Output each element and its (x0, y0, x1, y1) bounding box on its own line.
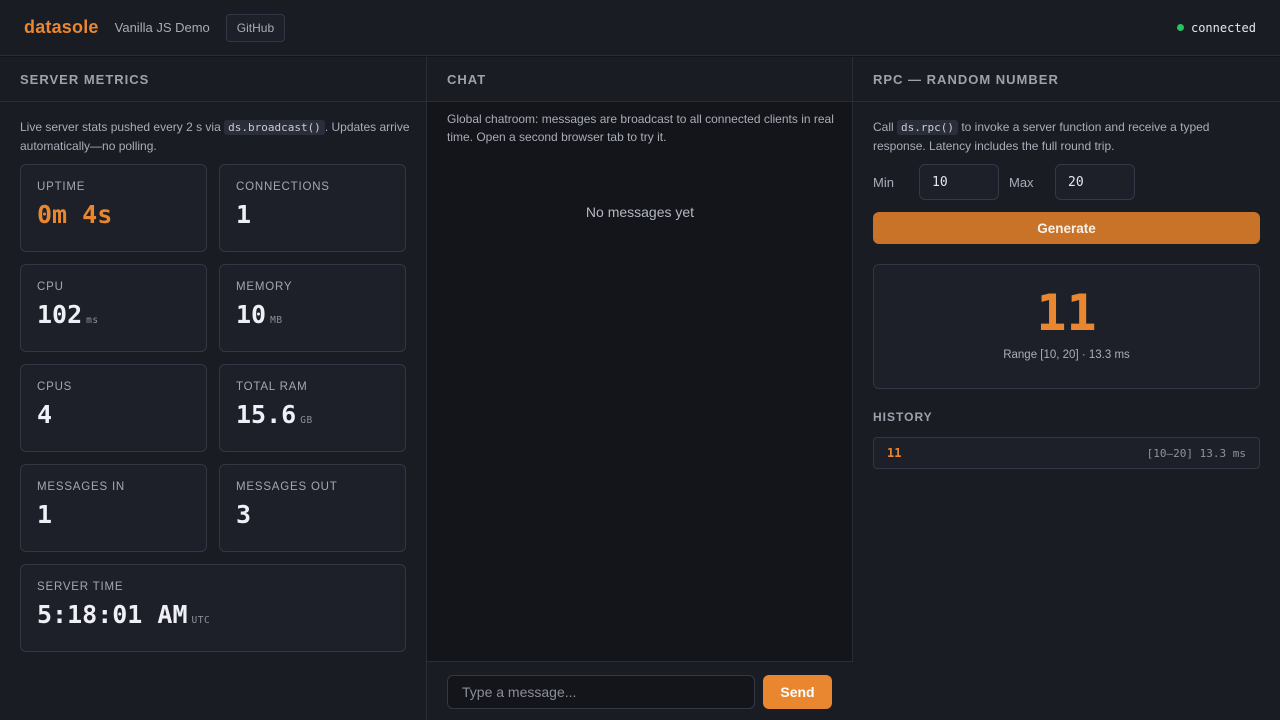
cpu-card: CPU 102 ms (20, 264, 207, 352)
send-button[interactable]: Send (763, 675, 832, 709)
total-ram-value: 15.6 GB (236, 400, 389, 429)
messages-in-value: 1 (37, 500, 190, 529)
status-text: connected (1190, 20, 1256, 35)
total-ram-card: TOTAL RAM 15.6 GB (219, 364, 406, 452)
connection-status: connected (1176, 20, 1256, 35)
server-time-card: SERVER TIME 5:18:01 AM UTC (20, 564, 406, 652)
range-inputs: Min Max (873, 164, 1135, 200)
rpc-title: RPC — RANDOM NUMBER (853, 57, 1280, 102)
uptime-value-text: 0m 4s (37, 200, 113, 229)
messages-out-value: 3 (236, 500, 389, 529)
history-value: 11 (887, 446, 902, 460)
chat-composer: Send (427, 661, 853, 720)
total-ram-unit: GB (300, 415, 313, 426)
github-link[interactable]: GitHub (225, 13, 286, 42)
memory-value: 10 MB (236, 300, 389, 329)
cpus-value-text: 4 (37, 400, 53, 429)
chat-message-input[interactable] (447, 675, 755, 709)
memory-unit: MB (270, 315, 283, 326)
app-subtitle: Vanilla JS Demo (114, 20, 210, 35)
card-label: CPUS (37, 381, 73, 393)
status-dot-icon (1176, 24, 1184, 31)
card-label: SERVER TIME (37, 581, 124, 593)
max-label: Max (1009, 174, 1034, 190)
min-label: Min (873, 174, 894, 190)
chat-empty-message: No messages yet (585, 204, 695, 220)
uptime-value: 0m 4s (37, 200, 190, 229)
card-label: TOTAL RAM (236, 381, 308, 393)
card-label: MEMORY (236, 281, 293, 293)
history-meta: [10–20] 13.3 ms (1146, 446, 1246, 460)
cpu-value-text: 102 (37, 300, 83, 329)
server-time-unit: UTC (191, 615, 211, 626)
metrics-description: Live server stats pushed every 2 s via d… (20, 118, 410, 155)
card-label: UPTIME (37, 181, 86, 193)
broadcast-code: ds.broadcast() (224, 120, 325, 135)
metrics-desc-text: Live server stats pushed every 2 s via (20, 120, 225, 134)
connections-value: 1 (236, 200, 389, 229)
cpus-card: CPUS 4 (20, 364, 207, 452)
messages-in-card: MESSAGES IN 1 (20, 464, 207, 552)
rpc-desc-text: Call (873, 120, 898, 134)
generate-button[interactable]: Generate (873, 212, 1260, 244)
connections-value-text: 1 (236, 200, 252, 229)
server-time-value: 5:18:01 AM UTC (37, 600, 389, 629)
server-time-value-text: 5:18:01 AM (37, 600, 188, 629)
total-ram-value-text: 15.6 (236, 400, 297, 429)
card-label: MESSAGES IN (37, 481, 126, 493)
chat-title: CHAT (427, 57, 852, 102)
rpc-result-value: 11 (1036, 284, 1097, 342)
cpu-value: 102 ms (37, 300, 190, 329)
chat-panel: CHAT Global chatroom: messages are broad… (427, 57, 853, 720)
rpc-result-box: 11 Range [10, 20] · 13.3 ms (873, 264, 1260, 389)
chat-description: Global chatroom: messages are broadcast … (447, 112, 834, 144)
connections-card: CONNECTIONS 1 (219, 164, 406, 252)
card-label: CPU (37, 281, 64, 293)
rpc-description: Call ds.rpc() to invoke a server functio… (873, 118, 1265, 155)
brand-logo[interactable]: datasole (24, 17, 99, 38)
server-metrics-panel: SERVER METRICS Live server stats pushed … (0, 57, 427, 720)
rpc-result-meta: Range [10, 20] · 13.3 ms (1003, 349, 1130, 361)
memory-value-text: 10 (236, 300, 267, 329)
messages-out-value-text: 3 (236, 500, 252, 529)
history-item: 11 [10–20] 13.3 ms (873, 437, 1260, 469)
min-input[interactable] (919, 164, 999, 200)
cpus-value: 4 (37, 400, 190, 429)
card-label: MESSAGES OUT (236, 481, 338, 493)
rpc-panel: RPC — RANDOM NUMBER Call ds.rpc() to inv… (853, 57, 1280, 720)
max-input[interactable] (1055, 164, 1135, 200)
messages-out-card: MESSAGES OUT 3 (219, 464, 406, 552)
uptime-card: UPTIME 0m 4s (20, 164, 207, 252)
metrics-title: SERVER METRICS (0, 57, 426, 102)
memory-card: MEMORY 10 MB (219, 264, 406, 352)
history-title: HISTORY (873, 410, 933, 424)
top-bar: datasole Vanilla JS Demo GitHub connecte… (0, 0, 1280, 56)
messages-in-value-text: 1 (37, 500, 53, 529)
card-label: CONNECTIONS (236, 181, 330, 193)
cpu-unit: ms (86, 315, 99, 326)
rpc-code: ds.rpc() (897, 120, 958, 135)
